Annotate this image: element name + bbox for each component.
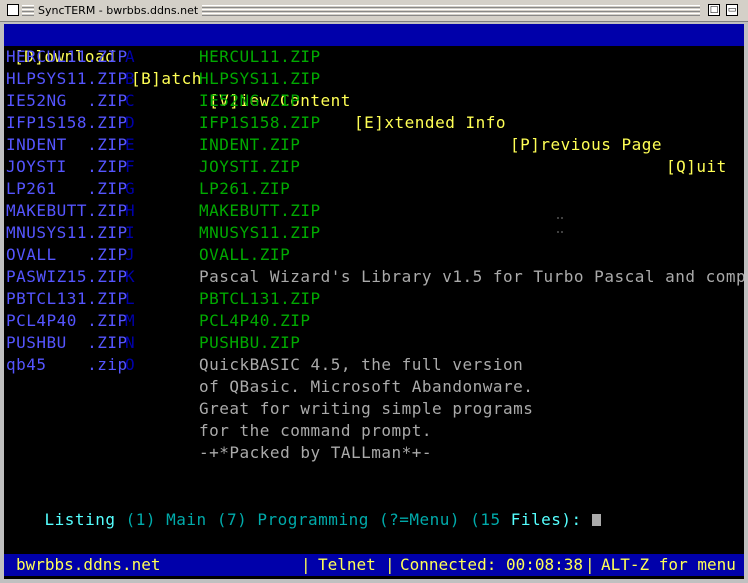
prompt-programming: Programming	[257, 510, 369, 529]
status-help: ALT-Z for menu	[601, 555, 736, 574]
prompt-files-label: Files):	[510, 510, 582, 529]
file-name: PASWIZ15.ZIP	[6, 267, 128, 286]
file-description: PBTCL131.ZIP	[199, 289, 321, 308]
menu-extended-info[interactable]: [E]xtended Info	[354, 112, 506, 134]
menu-previous-page[interactable]: [P]revious Page	[510, 134, 662, 156]
file-description: MNUSYS11.ZIP	[199, 223, 321, 242]
file-description: HERCUL11.ZIP	[199, 47, 321, 66]
file-description: IE52NG.ZIP	[199, 91, 301, 110]
command-prompt[interactable]: Listing (1) Main (7) Programming (?=Menu…	[4, 487, 601, 529]
prompt-menu-hint: (?=Menu)	[378, 510, 461, 529]
file-name: HERCUL11.ZIP	[6, 47, 128, 66]
zoom-icon: □	[709, 5, 719, 15]
collapse-button[interactable]: ▭	[726, 4, 738, 16]
file-description: INDENT.ZIP	[199, 135, 301, 154]
file-name: HLPSYS11.ZIP	[6, 69, 128, 88]
file-name: PUSHBU .ZIP	[6, 333, 128, 352]
file-name: MNUSYS11.ZIP	[6, 223, 128, 242]
file-letter: C	[125, 91, 136, 110]
file-letter: F	[125, 157, 136, 176]
file-name: IFP1S158.ZIP	[6, 113, 128, 132]
terminal-screen[interactable]: [D]ownload [B]atch [V]iew Content [E]xte…	[4, 24, 744, 579]
prompt-listing: Listing	[44, 510, 116, 529]
file-name: qb45 .zip	[6, 355, 128, 374]
text-cursor	[591, 514, 601, 526]
prompt-main-num: (1)	[125, 510, 157, 529]
file-name: MAKEBUTT.ZIP	[6, 201, 128, 220]
window-title: SyncTERM - bwrbbs.ddns.net	[34, 3, 203, 18]
prompt-prog-num: (7)	[216, 510, 248, 529]
status-separator: |	[385, 555, 395, 574]
menu-batch[interactable]: [B]atch	[131, 68, 202, 90]
file-letter: A	[125, 47, 136, 66]
file-name: LP261 .ZIP	[6, 179, 128, 198]
description-line: Great for writing simple programs	[199, 399, 534, 418]
file-name: OVALL .ZIP	[6, 245, 128, 264]
file-letter: M	[125, 311, 136, 330]
description-line: -+*Packed by TALLman*+-	[199, 443, 433, 462]
file-letter: K	[125, 267, 136, 286]
file-name: INDENT .ZIP	[6, 135, 128, 154]
file-description: OVALL.ZIP	[199, 245, 291, 264]
file-letter: I	[125, 223, 136, 242]
file-description: QuickBASIC 4.5, the full version	[199, 355, 524, 374]
file-description: LP261.ZIP	[199, 179, 291, 198]
file-letter: J	[125, 245, 136, 264]
collapse-icon: ▭	[727, 5, 737, 15]
ibeam-cursor-icon	[556, 216, 564, 234]
status-protocol: Telnet	[318, 555, 376, 574]
file-description: PUSHBU.ZIP	[199, 333, 301, 352]
file-description: MAKEBUTT.ZIP	[199, 201, 321, 220]
file-description: IFP1S158.ZIP	[199, 113, 321, 132]
file-letter: O	[125, 355, 136, 374]
file-letter: L	[125, 289, 136, 308]
zoom-button[interactable]: □	[708, 4, 720, 16]
description-line: of QBasic. Microsoft Abandonware.	[199, 377, 534, 396]
status-connected: Connected: 00:08:38	[400, 555, 584, 574]
file-description: JOYSTI.ZIP	[199, 157, 301, 176]
window-menu-button[interactable]	[7, 4, 19, 16]
file-letter: D	[125, 113, 136, 132]
file-letter: B	[125, 69, 136, 88]
file-description: Pascal Wizard's Library v1.5 for Turbo P…	[199, 267, 744, 286]
description-line: for the command prompt.	[199, 421, 433, 440]
file-menu-bar: [D]ownload [B]atch [V]iew Content [E]xte…	[4, 24, 744, 176]
status-separator: |	[301, 555, 311, 574]
file-name: PBTCL131.ZIP	[6, 289, 128, 308]
status-bar: bwrbbs.ddns.net | Telnet | Connected: 00…	[4, 554, 744, 576]
prompt-files-count: (15	[470, 510, 501, 529]
prompt-main: Main	[166, 510, 207, 529]
file-letter: E	[125, 135, 136, 154]
window-titlebar[interactable]: SyncTERM - bwrbbs.ddns.net □ ▭	[0, 0, 748, 22]
file-letter: N	[125, 333, 136, 352]
status-host: bwrbbs.ddns.net	[16, 555, 161, 574]
file-name: PCL4P40 .ZIP	[6, 311, 128, 330]
file-letter: H	[125, 201, 136, 220]
status-separator: |	[585, 555, 595, 574]
file-description: PCL4P40.ZIP	[199, 311, 311, 330]
file-name: IE52NG .ZIP	[6, 91, 128, 110]
file-description: HLPSYS11.ZIP	[199, 69, 321, 88]
file-name: JOYSTI .ZIP	[6, 157, 128, 176]
menu-quit[interactable]: [Q]uit	[666, 156, 727, 178]
file-letter: G	[125, 179, 136, 198]
